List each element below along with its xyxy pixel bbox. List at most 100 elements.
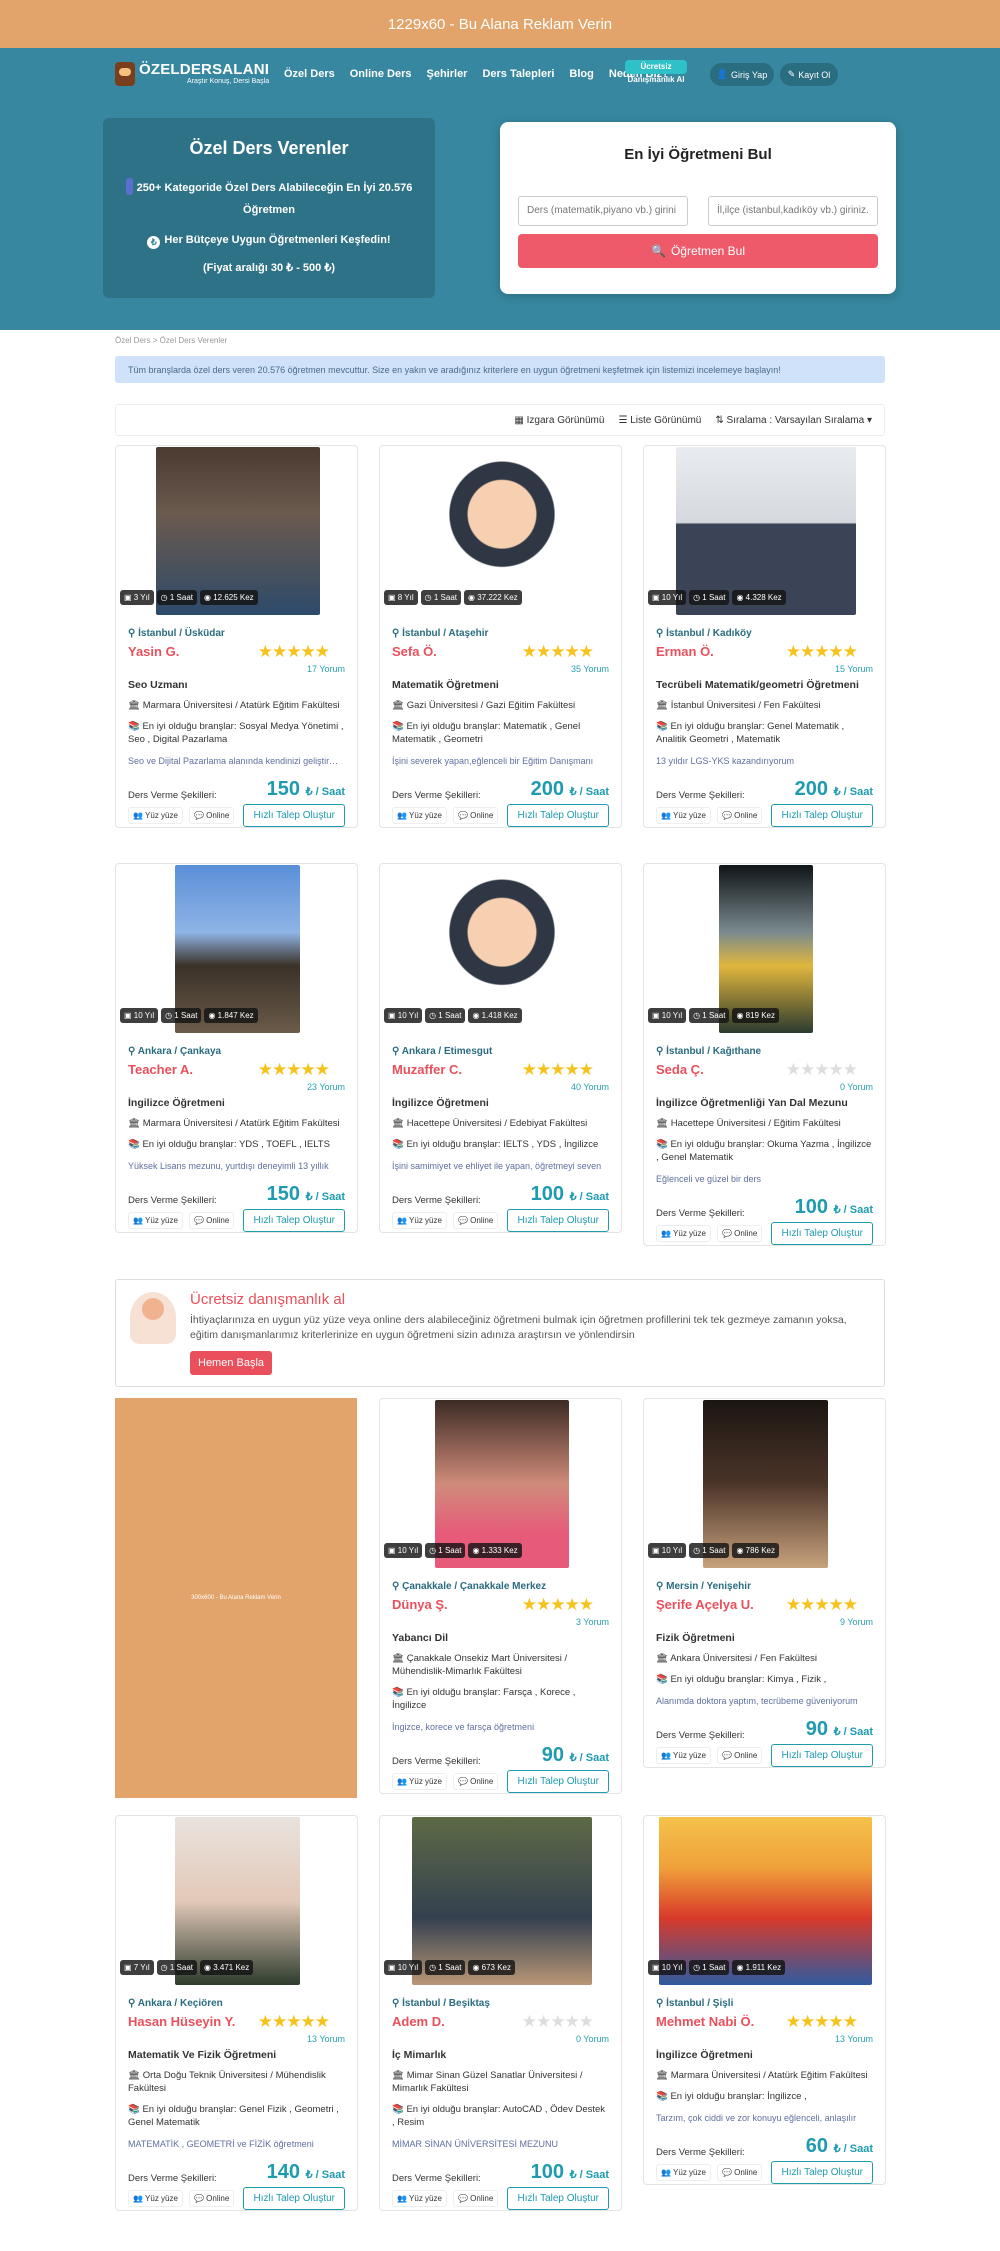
- school-text: Mimar Sinan Güzel Sanatlar Üniversitesi …: [392, 2070, 583, 2094]
- review-count[interactable]: 13 Yorum: [128, 2034, 345, 2044]
- teacher-name[interactable]: Muzaffer C.: [392, 1062, 502, 1078]
- card-body: ⚲ İstanbul / Üsküdar Yasin G. ★★★★★ 17 Y…: [116, 628, 357, 827]
- face-label: Yüz yüze: [145, 2194, 178, 2203]
- menu-sehirler[interactable]: Şehirler: [427, 68, 468, 80]
- teacher-name[interactable]: Erman Ö.: [656, 644, 766, 660]
- sort-dropdown[interactable]: ⇅ Sıralama : Varsayılan Sıralama ▾: [715, 415, 872, 426]
- teacher-photo[interactable]: ▣ 10 Yıl ◷ 1 Saat ◉ 1.333 Kez: [381, 1400, 620, 1568]
- teacher-card[interactable]: ▣ 10 Yıl ◷ 1 Saat ◉ 4.328 Kez ⚲ İstanbul…: [643, 445, 886, 828]
- start-now-button[interactable]: Hemen Başla: [190, 1351, 273, 1375]
- review-count[interactable]: 3 Yorum: [392, 1617, 609, 1627]
- menu-online-ders[interactable]: Online Ders: [350, 68, 412, 80]
- teacher-card[interactable]: ▣ 10 Yıl ◷ 1 Saat ◉ 1.911 Kez ⚲ İstanbul…: [643, 1815, 886, 2185]
- face-to-face-badge: 👥 Yüz yüze: [392, 1212, 447, 1229]
- find-teacher-button[interactable]: 🔍 Öğretmen Bul: [518, 234, 878, 268]
- menu-ders-talepleri[interactable]: Ders Talepleri: [482, 68, 554, 80]
- review-count[interactable]: 9 Yorum: [656, 1617, 873, 1627]
- teacher-name[interactable]: Adem D.: [392, 2014, 502, 2030]
- free-consult-button[interactable]: Ücretsiz Danışmanlık Al: [625, 60, 687, 88]
- teacher-card[interactable]: ▣ 10 Yıl ◷ 1 Saat ◉ 819 Kez ⚲ İstanbul /…: [643, 863, 886, 1246]
- teacher-name[interactable]: Sefa Ö.: [392, 644, 502, 660]
- teacher-name[interactable]: Mehmet Nabi Ö.: [656, 2014, 766, 2030]
- quick-request-button[interactable]: Hızlı Talep Oluştur: [771, 804, 873, 827]
- people-icon: 👥: [397, 811, 410, 820]
- teacher-card[interactable]: ▣ 10 Yıl ◷ 1 Saat ◉ 786 Kez ⚲ Mersin / Y…: [643, 1398, 886, 1768]
- quick-request-button[interactable]: Hızlı Talep Oluştur: [243, 2187, 345, 2210]
- school-text: Marmara Üniversitesi / Atatürk Eğitim Fa…: [142, 700, 340, 711]
- teacher-name[interactable]: Yasin G.: [128, 644, 238, 660]
- teacher-photo[interactable]: ▣ 10 Yıl ◷ 1 Saat ◉ 1.911 Kez: [645, 1817, 884, 1985]
- quick-request-button[interactable]: Hızlı Talep Oluştur: [771, 1744, 873, 1767]
- teacher-name[interactable]: Dünya Ş.: [392, 1597, 502, 1613]
- teacher-card[interactable]: ▣ 10 Yıl ◷ 1 Saat ◉ 1.333 Kez ⚲ Çanakkal…: [379, 1398, 622, 1794]
- review-count[interactable]: 0 Yorum: [656, 1082, 873, 1092]
- quick-request-button[interactable]: Hızlı Talep Oluştur: [771, 2161, 873, 2184]
- quick-request-button[interactable]: Hızlı Talep Oluştur: [243, 804, 345, 827]
- teacher-card[interactable]: ▣ 10 Yıl ◷ 1 Saat ◉ 673 Kez ⚲ İstanbul /…: [379, 1815, 622, 2211]
- menu-blog[interactable]: Blog: [569, 68, 593, 80]
- teacher-title: İngilizce Öğretmeni: [128, 1097, 225, 1109]
- top-ad-banner[interactable]: 1229x60 - Bu Alana Reklam Verin: [0, 0, 1000, 48]
- teacher-photo[interactable]: ▣ 3 Yıl ◷ 1 Saat ◉ 12.625 Kez: [117, 447, 356, 615]
- breadcrumb[interactable]: Özel Ders > Özel Ders Verenler: [115, 336, 227, 345]
- duration-text: 1 Saat: [702, 1546, 726, 1555]
- review-count[interactable]: 40 Yorum: [392, 1082, 609, 1092]
- review-count[interactable]: 35 Yorum: [392, 664, 609, 674]
- teacher-school: 🏛 Marmara Üniversitesi / Atatürk Eğitim …: [128, 699, 345, 712]
- teacher-photo[interactable]: ▣ 10 Yıl ◷ 1 Saat ◉ 1.847 Kez: [117, 865, 356, 1033]
- duration-chip: ◷ 1 Saat: [689, 1008, 730, 1023]
- price-row: Ders Verme Şekilleri: 150 ₺ / Saat: [128, 1183, 345, 1206]
- teacher-photo[interactable]: ▣ 10 Yıl ◷ 1 Saat ◉ 4.328 Kez: [645, 447, 884, 615]
- review-count[interactable]: 17 Yorum: [128, 664, 345, 674]
- logo[interactable]: ÖZELDERSALANI Araştır Konuş, Dersi Başla: [115, 62, 269, 86]
- quick-request-button[interactable]: Hızlı Talep Oluştur: [507, 804, 609, 827]
- grid-view-button[interactable]: ▦ Izgara Görünümü: [514, 415, 604, 426]
- rating-stars: ★★★★★: [521, 642, 594, 661]
- teacher-branches: 📚 En iyi olduğu branşlar: Genel Matemati…: [656, 720, 873, 746]
- teacher-photo[interactable]: ▣ 10 Yıl ◷ 1 Saat ◉ 786 Kez: [645, 1400, 884, 1568]
- clock-icon: ◷: [429, 1011, 439, 1020]
- city-input[interactable]: İl,ilçe (istanbul,kadıköy vb.) giriniz.: [708, 196, 878, 226]
- teacher-card[interactable]: ▣ 7 Yıl ◷ 1 Saat ◉ 3.471 Kez ⚲ Ankara / …: [115, 1815, 358, 2211]
- login-button[interactable]: 👤 Giriş Yap: [710, 63, 774, 86]
- review-count[interactable]: 0 Yorum: [392, 2034, 609, 2044]
- teacher-name[interactable]: Teacher A.: [128, 1062, 238, 1078]
- quick-request-button[interactable]: Hızlı Talep Oluştur: [771, 1222, 873, 1245]
- quick-request-button[interactable]: Hızlı Talep Oluştur: [507, 2187, 609, 2210]
- side-ad-banner[interactable]: 300x600 - Bu Alana Reklam Verin: [115, 1398, 357, 1798]
- teacher-photo[interactable]: ▣ 10 Yıl ◷ 1 Saat ◉ 1.418 Kez: [381, 865, 620, 1033]
- school-text: Marmara Üniversitesi / Atatürk Eğitim Fa…: [142, 1118, 340, 1129]
- list-view-button[interactable]: ☰ Liste Görünümü: [618, 415, 701, 426]
- delivery-label: Ders Verme Şekilleri:: [128, 1195, 217, 1206]
- teacher-location: ⚲ İstanbul / Beşiktaş: [392, 1998, 609, 2009]
- clock-icon: ◷: [165, 1011, 175, 1020]
- teacher-card[interactable]: ▣ 10 Yıl ◷ 1 Saat ◉ 1.418 Kez ⚲ Ankara /…: [379, 863, 622, 1233]
- teacher-location: ⚲ İstanbul / Üsküdar: [128, 628, 345, 639]
- teacher-card[interactable]: ▣ 8 Yıl ◷ 1 Saat ◉ 37.222 Kez ⚲ İstanbul…: [379, 445, 622, 828]
- teacher-photo[interactable]: ▣ 7 Yıl ◷ 1 Saat ◉ 3.471 Kez: [117, 1817, 356, 1985]
- teacher-photo[interactable]: ▣ 10 Yıl ◷ 1 Saat ◉ 673 Kez: [381, 1817, 620, 1985]
- quick-request-button[interactable]: Hızlı Talep Oluştur: [507, 1209, 609, 1232]
- teacher-school: 🏛 Marmara Üniversitesi / Atatürk Eğitim …: [656, 2069, 873, 2082]
- teacher-photo[interactable]: ▣ 10 Yıl ◷ 1 Saat ◉ 819 Kez: [645, 865, 884, 1033]
- review-count[interactable]: 13 Yorum: [656, 2034, 873, 2044]
- quick-request-button[interactable]: Hızlı Talep Oluştur: [243, 1209, 345, 1232]
- teacher-card[interactable]: ▣ 10 Yıl ◷ 1 Saat ◉ 1.847 Kez ⚲ Ankara /…: [115, 863, 358, 1233]
- name-row: Teacher A. ★★★★★: [128, 1060, 345, 1080]
- teacher-school: 🏛 Gazi Üniversitesi / Gazi Eğitim Fakült…: [392, 699, 609, 712]
- duration-chip: ◷ 1 Saat: [161, 1008, 202, 1023]
- teacher-card[interactable]: ▣ 3 Yıl ◷ 1 Saat ◉ 12.625 Kez ⚲ İstanbul…: [115, 445, 358, 828]
- quick-request-button[interactable]: Hızlı Talep Oluştur: [507, 1770, 609, 1793]
- teacher-name[interactable]: Hasan Hüseyin Y.: [128, 2014, 238, 2030]
- teacher-photo[interactable]: ▣ 8 Yıl ◷ 1 Saat ◉ 37.222 Kez: [381, 447, 620, 615]
- teacher-name[interactable]: Şerife Açelya U.: [656, 1597, 766, 1613]
- branches-label: En iyi olduğu branşlar:: [406, 721, 501, 732]
- review-count[interactable]: 23 Yorum: [128, 1082, 345, 1092]
- teacher-name[interactable]: Seda Ç.: [656, 1062, 766, 1078]
- teacher-title: İngilizce Öğretmenliği Yan Dal Mezunu: [656, 1097, 848, 1109]
- register-button[interactable]: ✎ Kayıt Ol: [780, 63, 838, 86]
- menu-ozel-ders[interactable]: Özel Ders: [284, 68, 335, 80]
- lesson-input[interactable]: Ders (matematik,piyano vb.) girini: [518, 196, 688, 226]
- school-text: Hacettepe Üniversitesi / Edebiyat Fakült…: [406, 1118, 588, 1129]
- review-count[interactable]: 15 Yorum: [656, 664, 873, 674]
